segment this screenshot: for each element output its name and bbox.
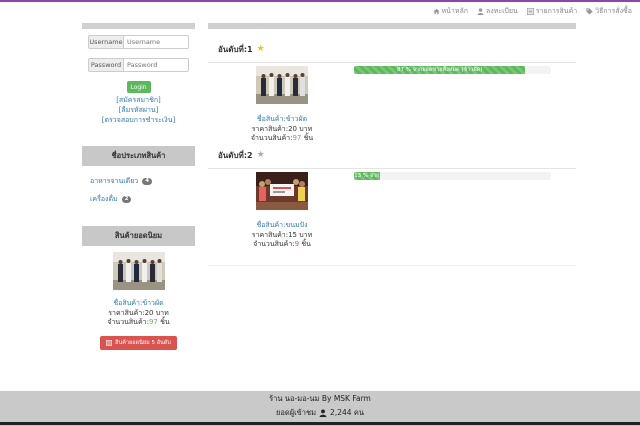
rank-title: อันดับที่:1 [218,44,253,54]
visitor-count: ยอดผู้เข้าชม 2,244 คน [276,406,364,420]
category-item[interactable]: เครื่องดื่ม 2 [82,192,195,206]
nav-home-label: หน้าหลัก [441,7,468,15]
nav-register[interactable]: ลงทะเบียน [477,6,518,17]
rank-heading: อันดับที่:1 ★ [208,42,576,56]
product-photo[interactable] [256,172,308,210]
rank-section-1: อันดับที่:1 ★ ชื่อสินค้า:ข้าวผัด ราคาสิน… [208,42,576,145]
username-label: Username [88,35,124,49]
rank-body: ชื่อสินค้า:ข้าวผัด ราคาสินค้า:20 บาท จำน… [208,62,576,145]
nav-products[interactable]: รายการสินค้า [526,6,578,17]
product-name[interactable]: ชื่อสินค้า:ขนมปัง [242,220,322,231]
top-nav: หน้าหลัก ลงทะเบียน รายการสินค้า วิธีการส… [432,6,632,17]
footer-shop-name: ร้าน นอ-มอ-นม By MSK Farm [269,394,371,403]
category-label: อาหารจานเดียว [90,176,139,185]
product-quantity: จำนวนสินค้า:97 ชิ้น [82,318,195,327]
rank-title: อันดับที่:2 [218,150,253,160]
ranking-panel: อันดับที่:1 ★ ชื่อสินค้า:ข้าวผัด ราคาสิน… [208,23,576,266]
rank-heading: อันดับที่:2 ★ [208,148,576,162]
register-link[interactable]: [สมัครสมาชิก] [82,95,195,105]
nav-how-to-buy[interactable]: วิธีการสั่งซื้อ [586,6,632,17]
password-row: Password [88,58,195,72]
quantity-label: จำนวนสินค้า: [250,134,293,142]
category-count-badge: 4 [142,177,153,185]
sales-progress-bar: 13 % จาก [354,172,551,180]
product-name[interactable]: ชื่อสินค้า:ข้าวผัด [242,114,322,125]
category-label: เครื่องดื่ม [90,194,118,203]
categories-title: ชื่อประเภทสินค้า [82,146,195,166]
sales-progress-bar: 87 % จากยอดขายทั้งหมด (ข้าวผัด) [354,66,551,74]
product-quantity: จำนวนสินค้า:97 ชิ้น [242,134,322,143]
rank-product: ชื่อสินค้า:ขนมปัง ราคาสินค้า:15 บาท จำนว… [242,172,322,249]
category-count-badge: 2 [121,195,132,203]
popular-product: ชื่อสินค้า:ข้าวผัด ราคาสินค้า:20 บาท จำน… [82,252,195,350]
category-item[interactable]: อาหารจานเดียว 4 [82,174,195,188]
password-input[interactable] [124,58,189,72]
list-icon [106,340,113,346]
nav-products-label: รายการสินค้า [535,7,578,15]
category-list: อาหารจานเดียว 4 เครื่องดื่ม 2 [82,174,195,206]
product-price: ราคาสินค้า:20 บาท [108,309,169,317]
password-label: Password [88,58,124,72]
popular-title: สินค้ายอดนิยม [82,226,195,246]
product-price: ราคาสินค้า:15 บาท [251,231,313,239]
account-links: [สมัครสมาชิก] [ลืมรหัสผ่าน] [ตรวจสอบการช… [82,95,195,125]
nav-home[interactable]: หน้าหลัก [432,6,468,17]
product-quantity: จำนวนสินค้า:9 ชิ้น [242,240,322,249]
quantity-value: 97 [148,318,158,326]
home-icon [432,8,440,15]
user-icon [319,409,327,417]
visitor-count-label: ยอดผู้เข้าชม [275,408,317,417]
check-payment-link[interactable]: [ตรวจสอบการชำระเงิน] [82,115,195,125]
nav-register-label: ลงทะเบียน [486,7,518,15]
user-icon [477,8,484,15]
rank-product: ชื่อสินค้า:ข้าวผัด ราคาสินค้า:20 บาท จำน… [242,66,322,143]
login-button[interactable]: Login [126,81,151,93]
tag-icon [586,8,593,15]
quantity-unit: ชิ้น [299,240,311,248]
product-price: ราคาสินค้า:20 บาท [251,125,313,133]
login-panel-header [82,23,195,29]
star-icon: ★ [256,44,265,54]
nav-how-to-buy-label: วิธีการสั่งซื้อ [595,7,632,15]
sidebar: Username Password Login [สมัครสมาชิก] [ล… [82,23,195,350]
sales-progress-fill: 87 % จากยอดขายทั้งหมด (ข้าวผัด) [354,66,526,74]
username-input[interactable] [124,35,189,49]
quantity-unit: ชิ้น [301,134,314,142]
top5-popular-button[interactable]: สินค้ายอดนิยม 5 อันดับ [100,336,177,350]
top5-popular-label: สินค้ายอดนิยม 5 อันดับ [115,340,171,346]
visitor-count-value: 2,244 คน [330,408,365,417]
quantity-unit: ชิ้น [157,318,170,326]
product-photo[interactable] [256,66,308,104]
rank-body: ชื่อสินค้า:ขนมปัง ราคาสินค้า:15 บาท จำนว… [208,168,576,266]
forgot-password-link[interactable]: [ลืมรหัสผ่าน] [82,105,195,115]
username-row: Username [88,35,195,49]
product-name[interactable]: ชื่อสินค้า:ข้าวผัด [82,298,195,309]
quantity-label: จำนวนสินค้า: [253,240,295,248]
footer: ร้าน นอ-มอ-นม By MSK Farm ยอดผู้เข้าชม 2… [0,391,640,426]
ranking-panel-header [208,23,576,29]
quantity-label: จำนวนสินค้า: [107,318,149,326]
rank-section-2: อันดับที่:2 ★ ชื่อสินค้า:ขนมปัง ราคาสินค… [208,148,576,266]
star-icon: ★ [256,150,265,160]
list-icon [526,8,534,15]
sales-progress-fill: 13 % จาก [354,172,380,180]
product-photo[interactable] [112,252,165,290]
top-accent-line [0,0,640,2]
